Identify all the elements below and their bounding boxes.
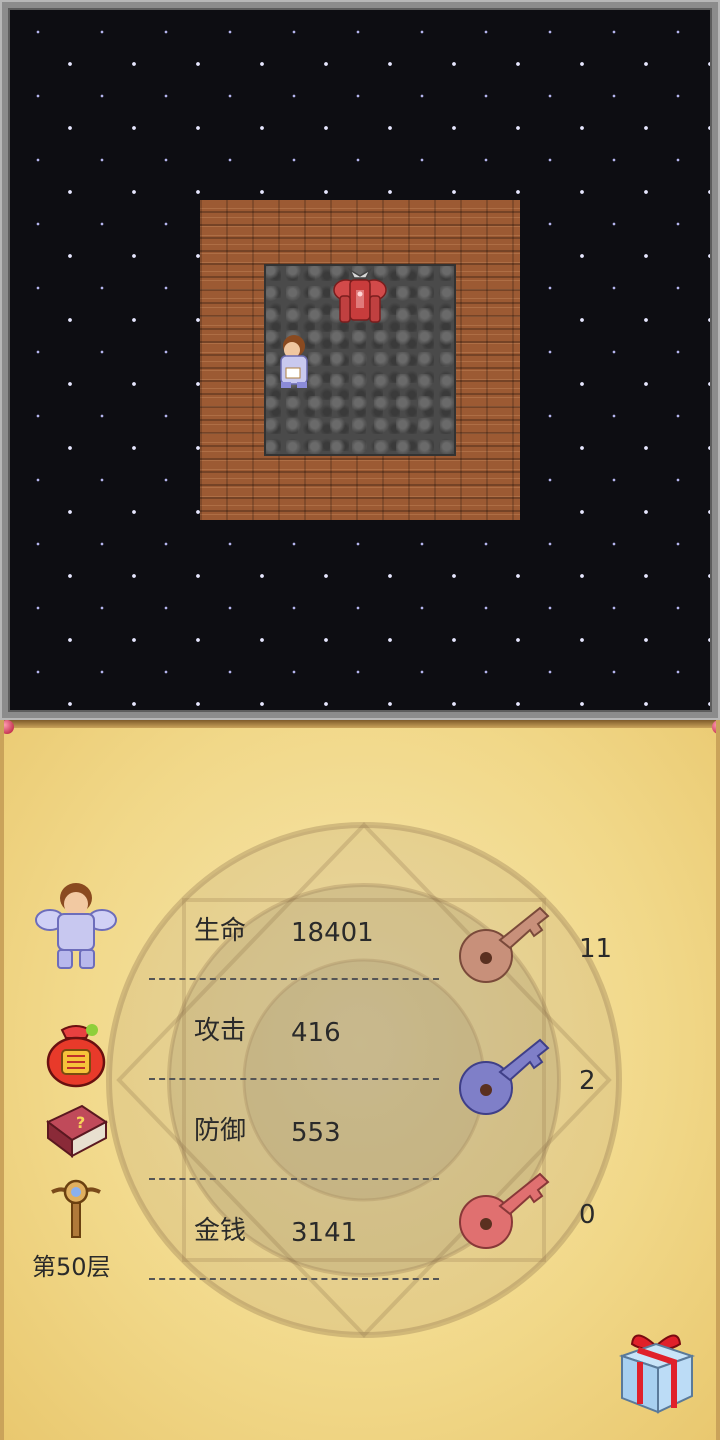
def-label: 防御 bbox=[194, 1116, 247, 1146]
room-walls bbox=[200, 200, 520, 520]
yellow-key-count: 11 bbox=[579, 934, 613, 964]
yellow-key-icon bbox=[459, 906, 550, 983]
red-armor-icon[interactable] bbox=[328, 264, 392, 328]
floor-number: 第50层 bbox=[32, 1253, 111, 1281]
blue-key-icon bbox=[459, 1038, 550, 1115]
red-key-count: 0 bbox=[579, 1200, 596, 1230]
svg-text:?: ? bbox=[76, 1113, 85, 1132]
divider bbox=[149, 978, 439, 980]
def-value: 553 bbox=[291, 1118, 341, 1148]
gift-box-icon[interactable] bbox=[614, 1326, 698, 1414]
corner-gem-right bbox=[712, 720, 716, 734]
hero-portrait-icon[interactable] bbox=[28, 876, 124, 972]
lucky-bag-icon[interactable] bbox=[42, 1020, 110, 1088]
game-map[interactable] bbox=[0, 0, 720, 720]
corner-gem-left bbox=[4, 720, 14, 734]
hp-label: 生命 bbox=[194, 916, 247, 946]
room-floor bbox=[264, 264, 456, 456]
panel-border bbox=[4, 720, 716, 728]
divider bbox=[149, 1278, 439, 1280]
gold-label: 金钱 bbox=[194, 1216, 247, 1246]
atk-label: 攻击 bbox=[194, 1016, 247, 1046]
divider bbox=[149, 1178, 439, 1180]
gold-value: 3141 bbox=[291, 1218, 358, 1248]
divider bbox=[149, 1078, 439, 1080]
atk-value: 416 bbox=[291, 1018, 341, 1048]
hero-sprite[interactable] bbox=[264, 328, 328, 392]
blue-key-count: 2 bbox=[579, 1066, 596, 1096]
floor-teleport-icon[interactable] bbox=[48, 1176, 104, 1240]
status-panel: ? 第50层 生命 18401 攻击 416 防御 553 金钱 3141 11… bbox=[0, 720, 720, 1440]
monster-manual-icon[interactable]: ? bbox=[42, 1100, 110, 1160]
red-key-icon bbox=[459, 1172, 550, 1249]
hp-value: 18401 bbox=[291, 918, 374, 948]
